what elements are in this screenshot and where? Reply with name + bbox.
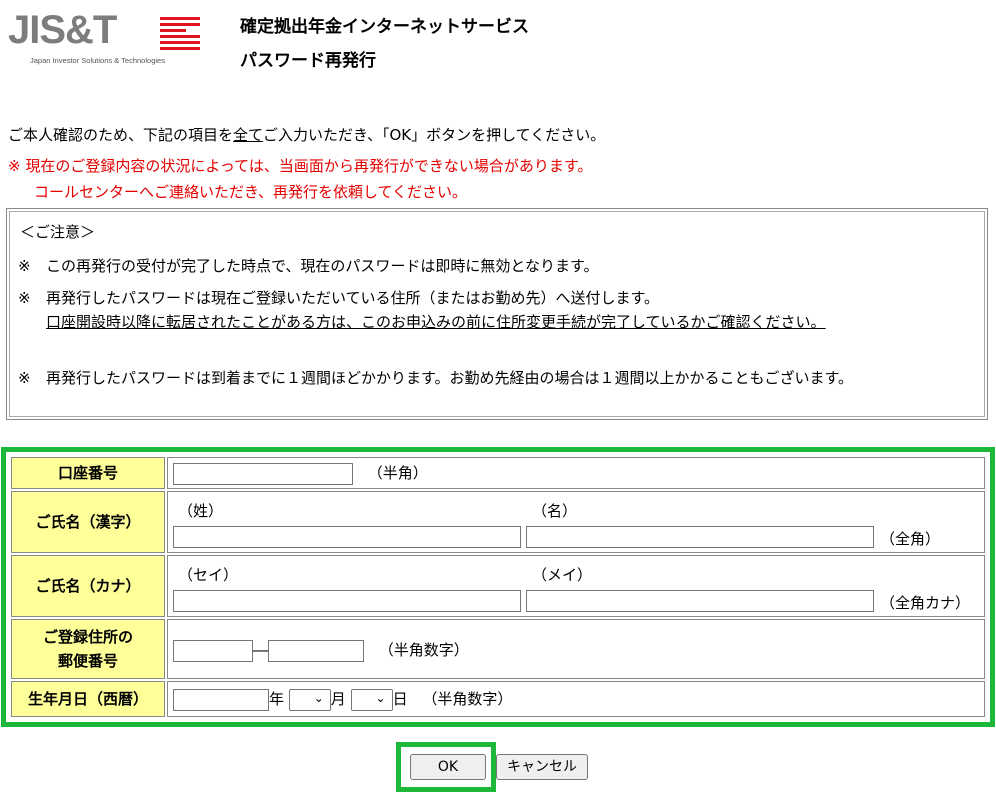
service-name: 確定拠出年金インターネットサービス	[240, 17, 529, 37]
name-kana-sei-label: （セイ）	[178, 566, 239, 584]
name-kana-mei-label: （メイ）	[532, 566, 593, 584]
page-header: JIS&T Japan Investor Solutions & Technol…	[0, 0, 996, 80]
name-kanji-mei-label: （名）	[532, 502, 578, 520]
notice-box: ＜ご注意＞ ※ この再発行の受付が完了した時点で、現在のパスワードは即時に無効と…	[6, 208, 988, 420]
name-kanji-mei-input[interactable]	[526, 526, 874, 548]
name-kanji-sei-label: （姓）	[178, 502, 224, 520]
postal-code-second-input[interactable]	[268, 639, 364, 662]
name-kana-sei-input[interactable]	[173, 590, 521, 612]
postal-code-note: （半角数字）	[378, 641, 469, 659]
name-kana-note: （全角カナ）	[880, 594, 971, 612]
form-highlight-frame: 口座番号 （半角） ご氏名（漢字） （姓） （名） （全角） ご氏名（カナ） （…	[1, 447, 995, 727]
notice-item-2-underlined: 口座開設時以降に転居されたことがある方は、このお申込みの前に住所変更手続が完了し…	[46, 313, 826, 331]
chevron-down-icon: ⌄	[313, 690, 324, 705]
page-title: パスワード再発行	[240, 51, 376, 71]
name-kanji-sei-input[interactable]	[173, 526, 521, 548]
intro-underlined: 全て	[233, 126, 264, 144]
postal-code-first-input[interactable]	[173, 639, 253, 662]
birth-day-select[interactable]: ⌄	[350, 688, 393, 711]
birth-month-select[interactable]: ⌄	[288, 688, 331, 711]
name-kana-label: ご氏名（カナ）	[11, 555, 165, 617]
ok-button[interactable]: OK	[410, 754, 486, 780]
postal-code-label: ご登録住所の 郵便番号	[11, 619, 165, 679]
account-number-input[interactable]	[173, 462, 353, 485]
warning-line-2: コールセンターへご連絡いただき、再発行を依頼してください。	[34, 183, 468, 201]
birth-month-suffix: 月	[330, 690, 346, 708]
birthday-label: 生年月日（西暦）	[11, 681, 165, 717]
intro-text: ご本人確認のため、下記の項目を全てご入力いただき、「OK」ボタンを押してください…	[8, 126, 606, 144]
jist-logo: JIS&T Japan Investor Solutions & Technol…	[8, 8, 204, 68]
logo-subtitle: Japan Investor Solutions & Technologies	[30, 56, 165, 65]
name-kana-mei-input[interactable]	[526, 590, 874, 612]
name-kanji-cell: （姓） （名） （全角）	[167, 491, 985, 553]
birth-year-suffix: 年	[269, 690, 285, 708]
notice-title: ＜ご注意＞	[20, 223, 96, 241]
birthday-cell: 年 ⌄ 月 ⌄ 日 （半角数字）	[167, 681, 985, 717]
name-kana-cell: （セイ） （メイ） （全角カナ）	[167, 555, 985, 617]
account-number-label: 口座番号	[11, 457, 165, 489]
birth-year-input[interactable]	[173, 688, 269, 711]
cancel-button[interactable]: キャンセル	[496, 754, 588, 780]
notice-item-2-text: 再発行したパスワードは現在ご登録いただいている住所（またはお勤め先）へ送付します…	[46, 289, 660, 307]
chevron-down-icon: ⌄	[375, 690, 386, 705]
reissue-form-table: 口座番号 （半角） ご氏名（漢字） （姓） （名） （全角） ご氏名（カナ） （…	[9, 455, 987, 719]
warning-line-1: ※ 現在のご登録内容の状況によっては、当画面から再発行ができない場合があります。	[8, 157, 593, 175]
postal-code-cell: ― （半角数字）	[167, 619, 985, 679]
logo-red-bars-icon	[160, 17, 200, 51]
name-kanji-label: ご氏名（漢字）	[11, 491, 165, 553]
birth-day-suffix: 日	[392, 690, 408, 708]
account-number-note: （半角）	[367, 464, 428, 482]
birthday-note: （半角数字）	[422, 690, 513, 708]
postal-code-separator: ―	[253, 641, 268, 659]
name-kanji-note: （全角）	[880, 530, 941, 548]
account-number-cell: （半角）	[167, 457, 985, 489]
warning-text: ※ 現在のご登録内容の状況によっては、当画面から再発行ができない場合があります。…	[8, 153, 592, 205]
logo-wordmark: JIS&T	[8, 8, 117, 52]
